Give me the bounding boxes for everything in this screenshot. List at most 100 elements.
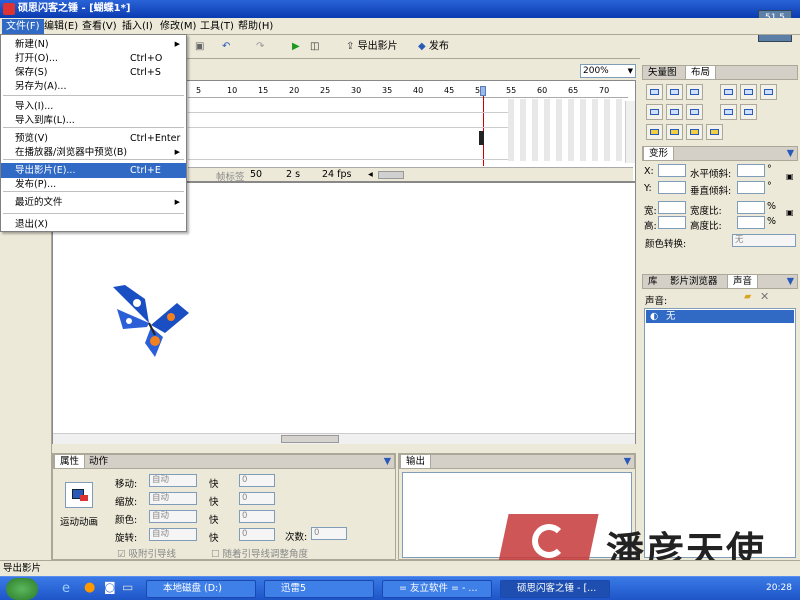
speed-select[interactable]: 0 [239, 510, 275, 523]
align-button[interactable] [706, 124, 723, 140]
align-button[interactable] [720, 84, 737, 100]
play-icon[interactable]: ▶ [292, 39, 300, 55]
speed-select[interactable]: 0 [239, 528, 275, 541]
h-ratio-field[interactable] [737, 216, 765, 229]
menu-tools[interactable]: 工具(T) [196, 19, 238, 34]
speed-select[interactable]: 0 [239, 492, 275, 505]
menu-insert[interactable]: 插入(I) [118, 19, 157, 34]
align-button[interactable] [740, 104, 757, 120]
menu-item[interactable]: 打开(O)... Ctrl+O [1, 51, 186, 66]
v-skew-field[interactable] [737, 181, 765, 194]
menu-item[interactable]: 最近的文件 ▶ [1, 195, 186, 210]
align-button[interactable] [646, 124, 663, 140]
height-field[interactable] [658, 216, 686, 229]
menu-item[interactable]: 导入(I)... [1, 99, 186, 114]
playhead[interactable] [480, 86, 486, 96]
taskbar-item[interactable]: 硕思闪客之锤 - [... [500, 580, 610, 598]
menu-edit[interactable]: 编辑(E) [40, 19, 82, 34]
align-button[interactable] [720, 104, 737, 120]
menu-file[interactable]: 文件(F) [2, 19, 44, 34]
snap-guide-checkbox[interactable]: ☑ 吸附引导线 [117, 546, 176, 560]
follow-guide-checkbox[interactable]: ☐ 随着引导线调整角度 [211, 546, 308, 560]
align-button[interactable] [740, 84, 757, 100]
menu-item[interactable]: 导出影片(E)... Ctrl+E [1, 163, 186, 178]
zoom-select[interactable]: 200% ▼ [580, 64, 636, 78]
align-button[interactable] [686, 84, 703, 100]
w-ratio-field[interactable] [737, 201, 765, 214]
y-field[interactable] [658, 181, 686, 194]
prop-select[interactable]: 自动 [149, 474, 197, 487]
publish-button[interactable]: ◆ 发布 [418, 39, 449, 55]
menu-item[interactable]: 导入到库(L)... [1, 113, 186, 128]
status-bar: 导出影片 [0, 560, 800, 576]
lock-icon[interactable]: ▣ [786, 208, 794, 217]
align-button[interactable] [666, 104, 683, 120]
width-field[interactable] [658, 201, 686, 214]
stage-hscroll-thumb[interactable] [281, 435, 339, 443]
media-icon[interactable]: ◙ [104, 580, 116, 594]
list-item[interactable]: ◐ 无 [646, 310, 794, 323]
tab-vector[interactable]: 矢量图 [643, 66, 682, 79]
menu-item[interactable]: 另存为(A)... [1, 79, 186, 94]
align-button[interactable] [666, 84, 683, 100]
align-button[interactable] [686, 104, 703, 120]
keyframe[interactable] [479, 131, 484, 145]
prop-select[interactable]: 自动 [149, 492, 197, 505]
firefox-icon[interactable]: ● [84, 580, 95, 595]
prop-select[interactable]: 自动 [149, 510, 197, 523]
align-button[interactable] [686, 124, 703, 140]
tab-library[interactable]: 库 [643, 275, 663, 288]
tab-sound[interactable]: 声音 [727, 275, 759, 288]
export-movie-button[interactable]: ⇪ 导出影片 [346, 39, 398, 55]
tab-transform[interactable]: 变形 [643, 147, 675, 160]
menu-item[interactable]: 发布(P)... [1, 177, 186, 192]
color-transform-select[interactable]: 无 [732, 234, 796, 247]
align-button[interactable] [646, 104, 663, 120]
menu-item[interactable]: 在播放器/浏览器中预览(B) ▶ [1, 145, 186, 160]
motion-anim-icon[interactable] [65, 482, 93, 508]
menu-item[interactable]: 新建(N) ▶ [1, 37, 186, 52]
taskbar-item[interactable]: 本地磁盘 (D:) [146, 580, 256, 598]
timeline-scroll-track[interactable] [625, 101, 635, 163]
stage-hscroll[interactable] [53, 433, 635, 444]
tab-movie-explorer[interactable]: 影片浏览器 [665, 275, 723, 288]
desktop-icon[interactable]: ▭ [122, 580, 133, 594]
speed-select[interactable]: 0 [239, 474, 275, 487]
menu-modify[interactable]: 修改(M) [156, 19, 200, 34]
redo-icon[interactable]: ↷ [256, 39, 264, 55]
preview-icon[interactable]: ◫ [310, 39, 319, 55]
tab-output[interactable]: 输出 [400, 455, 432, 468]
taskbar-item[interactable]: = 友立软件 = - ... [382, 580, 492, 598]
close-icon[interactable]: ✕ [760, 290, 769, 303]
chevron-down-icon[interactable]: ▼ [624, 455, 631, 468]
align-button[interactable] [646, 84, 663, 100]
chevron-down-icon[interactable]: ▼ [787, 275, 794, 288]
align-button[interactable] [760, 84, 777, 100]
chevron-down-icon[interactable]: ▼ [384, 455, 391, 468]
undo-icon[interactable]: ↶ [222, 39, 230, 55]
chevron-down-icon[interactable]: ▼ [787, 147, 794, 160]
frame-label-field[interactable]: 帧标签 [216, 169, 245, 183]
tab-actions[interactable]: 动作 [84, 455, 113, 468]
taskbar-item[interactable]: 迅雷5 [264, 580, 374, 598]
x-field[interactable] [658, 164, 686, 177]
tab-properties[interactable]: 属性 [54, 455, 86, 468]
ie-icon[interactable]: e [62, 581, 70, 596]
folder-icon[interactable]: ▰ [744, 291, 751, 302]
align-button[interactable] [666, 124, 683, 140]
times-field[interactable]: 0 [311, 527, 347, 540]
menu-item[interactable]: 保存(S) Ctrl+S [1, 65, 186, 80]
menu-item[interactable]: 退出(X) [1, 217, 186, 232]
lock-icon[interactable]: ▣ [786, 172, 794, 181]
menu-view[interactable]: 查看(V) [78, 19, 121, 34]
timeline-hscroll[interactable] [378, 171, 404, 179]
menu-item[interactable]: 预览(V) Ctrl+Enter [1, 131, 186, 146]
tab-layout[interactable]: 布局 [685, 66, 717, 79]
menu-help[interactable]: 帮助(H) [234, 19, 277, 34]
h-skew-field[interactable] [737, 164, 765, 177]
prop-select[interactable]: 自动 [149, 528, 197, 541]
start-button[interactable] [6, 578, 38, 600]
butterfly-image[interactable] [105, 279, 197, 367]
scroll-left-icon[interactable]: ◂ [368, 169, 373, 180]
paste-icon[interactable]: ▣ [195, 39, 204, 55]
